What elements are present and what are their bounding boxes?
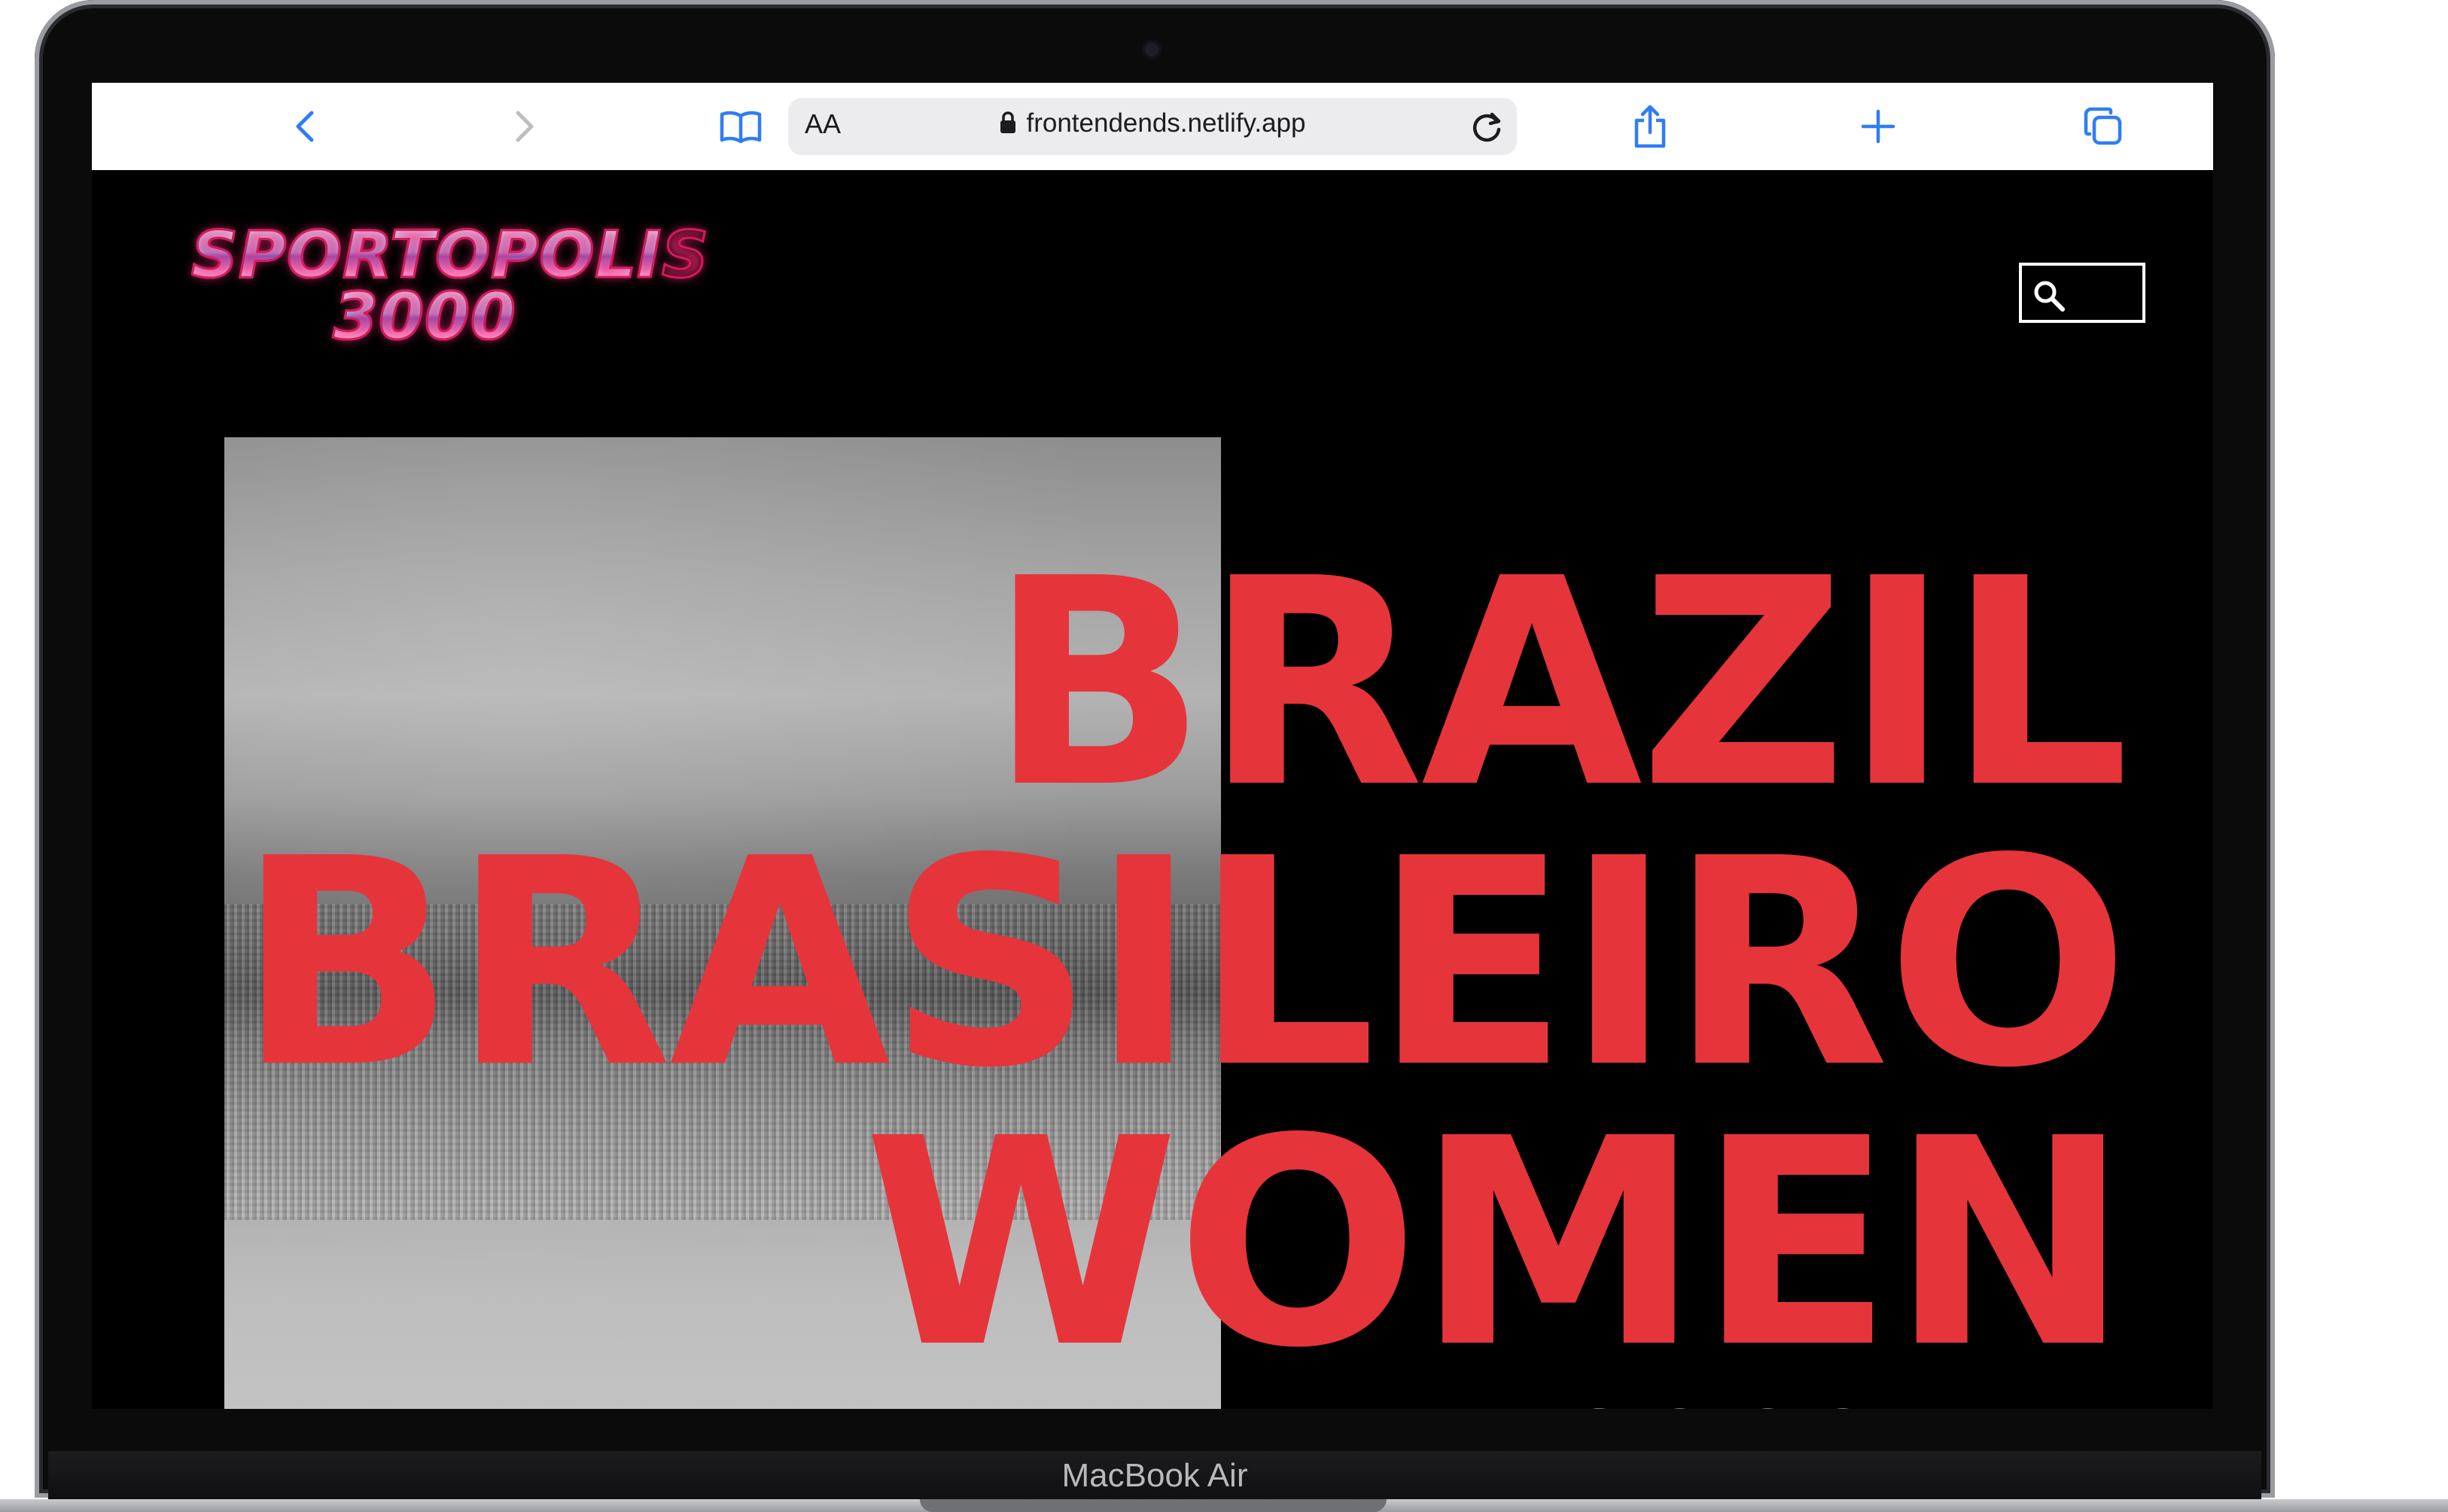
headline-line-4: SOCCER [1567, 1393, 2027, 1409]
screen: AA frontendends.netlify.app SPORTOPOLIS … [92, 83, 2213, 1409]
url-display: frontendends.netlify.app [788, 108, 1517, 138]
headline-line-3: WOMEN [863, 1077, 2130, 1409]
device-mockup: AA frontendends.netlify.app SPORTOPOLIS … [0, 0, 2448, 1512]
forward-button[interactable] [497, 99, 551, 154]
browser-toolbar: AA frontendends.netlify.app [92, 83, 2213, 172]
web-page: SPORTOPOLIS 3000 BRAZIL BRASILEIRO WOMEN… [92, 170, 2213, 1409]
site-logo[interactable]: SPORTOPOLIS 3000 [190, 218, 710, 351]
lock-icon [1000, 111, 1016, 133]
share-icon [1634, 105, 1666, 148]
address-bar[interactable]: AA frontendends.netlify.app [788, 98, 1517, 155]
camera [1145, 43, 1159, 56]
headline-line-1: BRAZIL [988, 517, 2130, 850]
chevron-right-icon [516, 111, 534, 142]
chevron-left-icon [296, 111, 314, 142]
search-input[interactable] [2019, 263, 2145, 323]
new-tab-button[interactable] [1851, 99, 1905, 154]
tabs-icon [2084, 107, 2122, 145]
headline-line-2: BRASILEIRO [236, 797, 2130, 1130]
laptop-notch [920, 1499, 1387, 1512]
back-button[interactable] [279, 99, 333, 154]
logo-line-1: SPORTOPOLIS [190, 218, 710, 293]
book-icon [720, 111, 762, 144]
reload-icon[interactable] [1467, 107, 1506, 146]
hero-headline: BRAZIL BRASILEIRO WOMEN [236, 517, 2130, 1409]
device-model-label: MacBook Air [1061, 1457, 1248, 1494]
plus-icon [1861, 109, 1895, 144]
url-text: frontendends.netlify.app [1026, 108, 1306, 138]
search-icon [2034, 281, 2065, 312]
logo-line-2: 3000 [191, 284, 658, 351]
bookmarks-button[interactable] [714, 99, 768, 154]
share-button[interactable] [1623, 99, 1677, 154]
tabs-button[interactable] [2076, 99, 2130, 154]
laptop-hinge: MacBook Air [48, 1451, 2261, 1499]
